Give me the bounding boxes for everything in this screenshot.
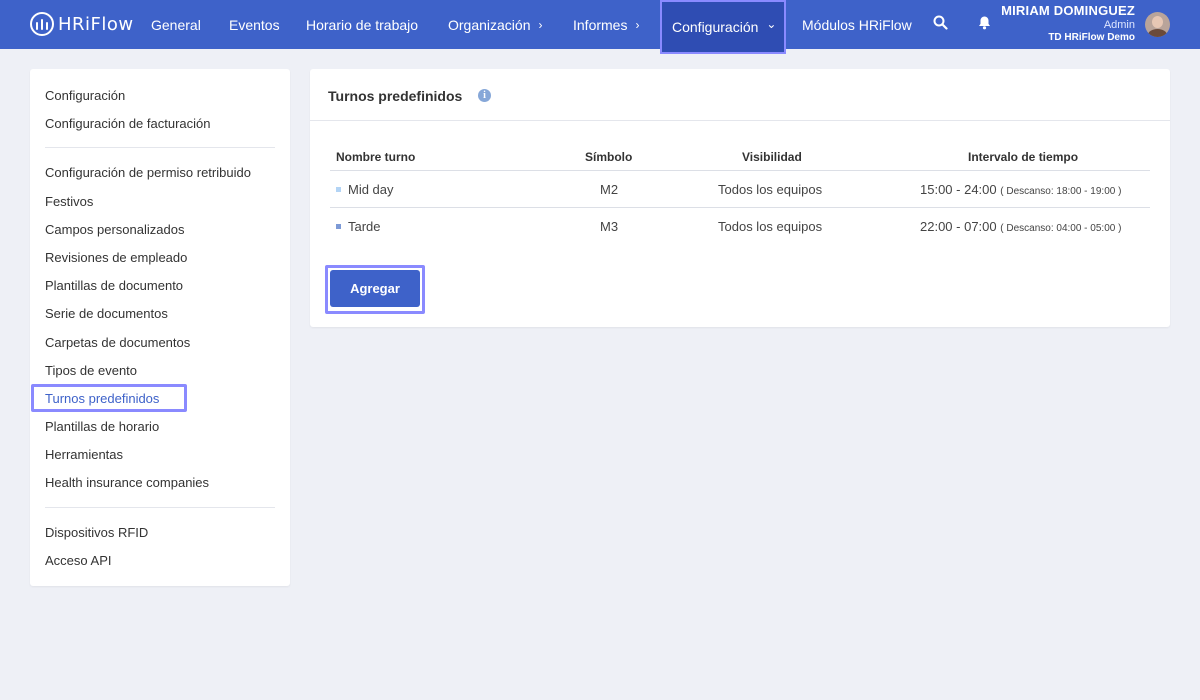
sidebar-item-revisiones-empleado[interactable]: Revisiones de empleado <box>45 250 187 265</box>
column-header-interval[interactable]: Intervalo de tiempo <box>968 150 1078 164</box>
sidebar-item-serie-documentos[interactable]: Serie de documentos <box>45 306 168 321</box>
add-shift-button[interactable]: Agregar <box>330 270 420 307</box>
sidebar-item-herramientas[interactable]: Herramientas <box>45 447 123 462</box>
nav-label: Módulos HRiFlow <box>802 16 912 33</box>
column-header-name[interactable]: Nombre turno <box>336 150 415 164</box>
info-icon[interactable]: i <box>478 89 491 102</box>
table-header: Nombre turno Símbolo Visibilidad Interva… <box>330 145 1150 171</box>
sidebar-item-configuracion-facturacion[interactable]: Configuración de facturación <box>45 116 211 131</box>
sidebar-item-permiso-retribuido[interactable]: Configuración de permiso retribuido <box>45 165 251 180</box>
shift-color-swatch <box>336 187 341 192</box>
nav-label: Organización <box>448 16 531 33</box>
sidebar-item-campos-personalizados[interactable]: Campos personalizados <box>45 222 184 237</box>
nav-organizacion[interactable]: Organización › <box>448 0 543 49</box>
shift-interval: 22:00 - 07:00 ( Descanso: 04:00 - 05:00 … <box>920 219 1121 234</box>
sidebar-item-plantillas-horario[interactable]: Plantillas de horario <box>45 419 159 434</box>
nav-eventos[interactable]: Eventos <box>229 0 280 49</box>
sidebar-divider <box>45 147 275 148</box>
bell-icon[interactable] <box>978 15 991 35</box>
table-row[interactable]: Mid day M2 Todos los equipos 15:00 - 24:… <box>330 171 1150 208</box>
nav-general[interactable]: General <box>151 0 201 49</box>
nav-label: General <box>151 16 201 33</box>
table-row[interactable]: Tarde M3 Todos los equipos 22:00 - 07:00… <box>330 208 1150 245</box>
chevron-down-icon: ⌄ <box>766 17 777 31</box>
nav-label: Horario de trabajo <box>306 16 419 33</box>
shift-time-range: 22:00 - 07:00 <box>920 219 997 234</box>
shifts-card: Turnos predefinidos i Nombre turno Símbo… <box>310 69 1170 327</box>
nav-configuracion[interactable]: Configuración ⌄ <box>660 0 786 54</box>
chevron-right-icon: › <box>635 17 640 32</box>
shift-interval: 15:00 - 24:00 ( Descanso: 18:00 - 19:00 … <box>920 182 1121 197</box>
sidebar-item-tipos-evento[interactable]: Tipos de evento <box>45 363 137 378</box>
shift-name: Tarde <box>348 219 381 234</box>
nav-label: Informes <box>573 16 628 33</box>
shift-visibility: Todos los equipos <box>718 182 823 197</box>
sidebar-item-plantillas-documento[interactable]: Plantillas de documento <box>45 278 183 293</box>
shift-symbol: M2 <box>600 182 619 197</box>
user-company: TD HRiFlow Demo <box>1048 32 1135 43</box>
shift-time-range: 15:00 - 24:00 <box>920 182 997 197</box>
sidebar-item-configuracion[interactable]: Configuración <box>45 88 125 103</box>
sidebar-item-dispositivos-rfid[interactable]: Dispositivos RFID <box>45 525 148 540</box>
nav-label: Configuración <box>672 19 759 35</box>
sidebar-divider <box>45 507 275 508</box>
search-icon[interactable] <box>933 15 948 35</box>
card-divider <box>310 120 1170 121</box>
logo[interactable]: HRiFlow <box>30 12 134 36</box>
nav-horario-de-trabajo[interactable]: Horario de trabajo <box>306 0 418 49</box>
shift-symbol: M3 <box>600 219 619 234</box>
logo-text: HRiFlow <box>58 13 134 35</box>
user-role: Admin <box>1103 19 1135 31</box>
nav-informes[interactable]: Informes › <box>573 0 639 49</box>
shift-color-swatch <box>336 224 341 229</box>
user-name: MIRIAM DOMINGUEZ <box>1001 3 1135 18</box>
column-header-symbol[interactable]: Símbolo <box>585 150 632 164</box>
shift-break: ( Descanso: 04:00 - 05:00 ) <box>1000 223 1122 234</box>
nav-modulos-hriflow[interactable]: Módulos HRiFlow <box>802 0 912 49</box>
settings-sidebar: Configuración Configuración de facturaci… <box>30 69 290 586</box>
top-navbar: HRiFlow General Eventos Horario de traba… <box>0 0 1200 54</box>
column-header-visibility[interactable]: Visibilidad <box>742 150 802 164</box>
sidebar-item-festivos[interactable]: Festivos <box>45 194 93 209</box>
user-info[interactable]: MIRIAM DOMINGUEZ Admin TD HRiFlow Demo <box>1001 3 1135 43</box>
shift-visibility: Todos los equipos <box>718 219 823 234</box>
sidebar-item-health-insurance[interactable]: Health insurance companies <box>45 475 209 490</box>
page-title: Turnos predefinidos <box>328 88 463 104</box>
sidebar-item-turnos-predefinidos[interactable]: Turnos predefinidos <box>45 391 159 406</box>
sidebar-item-carpetas-documentos[interactable]: Carpetas de documentos <box>45 335 190 350</box>
logo-icon <box>30 12 54 36</box>
nav-label: Eventos <box>229 16 280 33</box>
chevron-right-icon: › <box>538 17 543 32</box>
sidebar-item-acceso-api[interactable]: Acceso API <box>45 553 111 568</box>
shift-name: Mid day <box>348 182 394 197</box>
avatar[interactable] <box>1145 12 1170 37</box>
shift-break: ( Descanso: 18:00 - 19:00 ) <box>1000 186 1122 197</box>
